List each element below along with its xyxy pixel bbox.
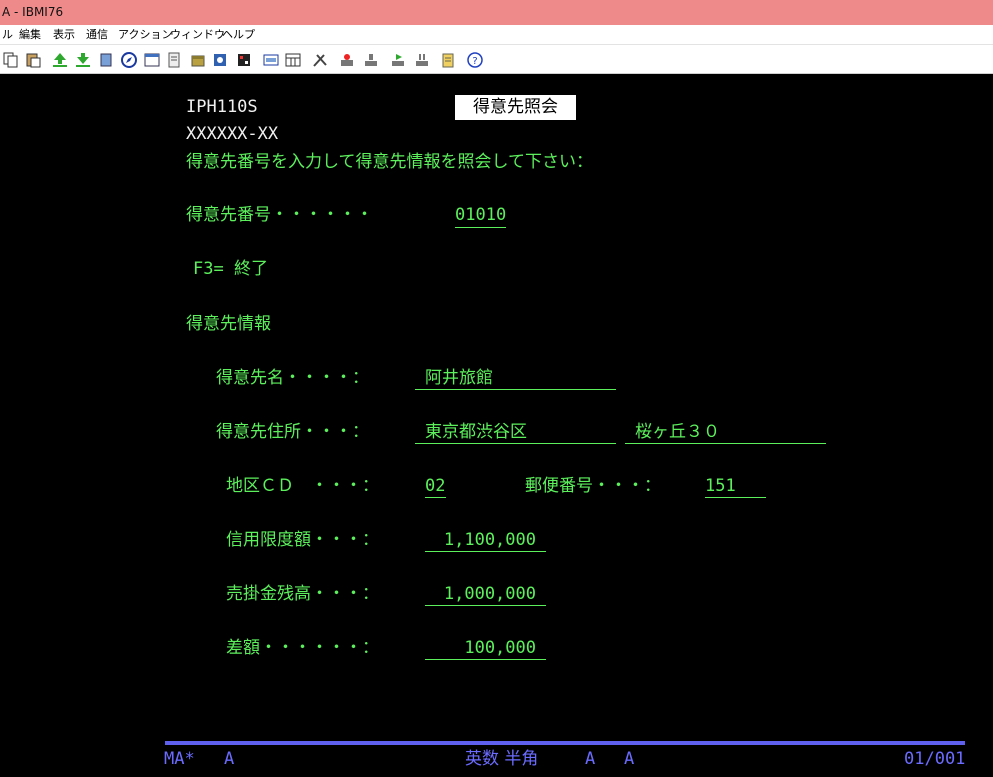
input-mode: 英数 半角 <box>465 749 539 769</box>
user-field: XXXXXX-XX <box>186 124 279 144</box>
keyboard-icon[interactable] <box>262 51 280 69</box>
record-macro-icon[interactable] <box>235 51 253 69</box>
menu-item-window[interactable]: ウィンドウ <box>170 25 225 45</box>
page-indicator: 01/001 <box>904 749 966 769</box>
menu-item-communication[interactable]: 通信 <box>86 25 108 45</box>
section-header: 得意先情報 <box>186 314 271 334</box>
difference-label: 差額・・・・・・： <box>226 638 379 658</box>
terminal-screen: IPH110S 得意先照会 XXXXXX-XX 得意先番号を入力して得意先情報を… <box>0 74 993 777</box>
difference-value: 100,000 <box>425 638 546 660</box>
queue-icon[interactable] <box>413 51 431 69</box>
address-label: 得意先住所・・・： <box>216 422 369 442</box>
send-file-icon[interactable] <box>51 51 69 69</box>
notes-icon[interactable] <box>165 51 183 69</box>
print-screen-icon[interactable] <box>97 51 115 69</box>
display-icon[interactable] <box>143 51 161 69</box>
stop-macro-icon[interactable] <box>338 51 356 69</box>
credit-limit-value: 1,100,000 <box>425 530 546 552</box>
credit-limit-label: 信用限度額・・・： <box>226 530 379 550</box>
menu-item-edit[interactable]: 編集 <box>19 25 41 45</box>
receivable-balance-label: 売掛金残高・・・： <box>226 584 379 604</box>
play-macro-icon[interactable] <box>389 51 407 69</box>
district-code-value: 02 <box>425 476 446 498</box>
menu-item-action[interactable]: アクション <box>118 25 172 45</box>
address-line1-value: 東京都渋谷区 <box>415 422 616 444</box>
customer-name-value: 阿井旅館 <box>415 368 616 390</box>
instruction-text: 得意先番号を入力して得意先情報を照会して下さい： <box>186 152 593 172</box>
receivable-balance-value: 1,000,000 <box>425 584 546 606</box>
window-title: A - IBMI76 <box>2 5 64 19</box>
address-line2-value: 桜ヶ丘３０ <box>625 422 826 444</box>
function-key-f3[interactable]: F3= 終了 <box>193 259 268 279</box>
window-titlebar: A - IBMI76 <box>0 0 993 25</box>
district-code-label: 地区ＣＤ ・・・： <box>226 476 379 496</box>
paste-icon[interactable] <box>24 51 42 69</box>
tools-icon[interactable] <box>311 51 329 69</box>
menu-item-help[interactable]: ヘルプ <box>222 25 255 45</box>
toolbar: ? <box>0 45 993 74</box>
pause-icon[interactable] <box>362 51 380 69</box>
session-type: A <box>224 749 235 769</box>
help-icon[interactable]: ? <box>466 51 484 69</box>
menu-item-file[interactable]: ル <box>2 25 13 45</box>
customer-number-label: 得意先番号・・・・・・ <box>186 205 373 225</box>
calendar-icon[interactable] <box>284 51 302 69</box>
menu-item-view[interactable]: 表示 <box>53 25 75 45</box>
package-icon[interactable] <box>189 51 207 69</box>
status-separator <box>165 741 965 745</box>
screen-title: 得意先照会 <box>455 95 576 120</box>
macro-icon[interactable] <box>211 51 229 69</box>
copy-icon[interactable] <box>2 51 20 69</box>
session-indicator: MA* <box>164 749 195 769</box>
status-indicator-2: A <box>624 749 635 769</box>
postal-code-label: 郵便番号・・・： <box>525 476 661 496</box>
clipboard-icon[interactable] <box>439 51 457 69</box>
customer-name-label: 得意先名・・・・： <box>216 368 369 388</box>
postal-code-value: 151 <box>705 476 766 498</box>
program-id: IPH110S <box>186 97 258 117</box>
customer-number-input[interactable]: 01010 <box>455 205 506 228</box>
compass-icon[interactable] <box>120 51 138 69</box>
receive-file-icon[interactable] <box>74 51 92 69</box>
menu-bar: ル 編集 表示 通信 アクション ウィンドウ ヘルプ <box>0 25 993 45</box>
status-indicator-1: A <box>585 749 596 769</box>
svg-text:?: ? <box>472 56 477 67</box>
